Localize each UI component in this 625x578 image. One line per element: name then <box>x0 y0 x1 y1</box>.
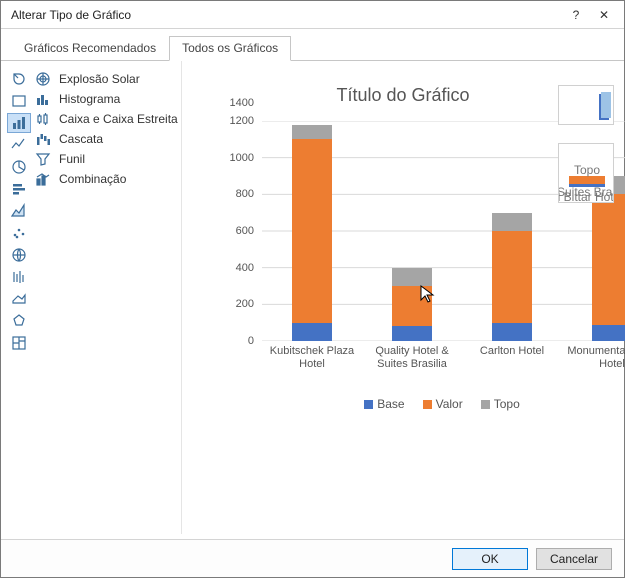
chart-type-sunburst[interactable]: Explosão Solar <box>33 69 183 89</box>
surface-chart-icon[interactable] <box>7 289 31 309</box>
chart-legend: Base Valor Topo <box>222 397 625 411</box>
funnel-icon <box>35 151 51 167</box>
bar-segment <box>292 139 332 322</box>
bar-segment <box>492 323 532 341</box>
workarea: Explosão Solar Histograma Caixa e Caixa … <box>1 61 624 534</box>
waterfall-icon <box>35 131 51 147</box>
svg-text:al Bittar Hotel: al Bittar Hotel <box>559 190 614 203</box>
y-tick-label: 1200 <box>222 115 254 127</box>
dialog-footer: OK Cancelar <box>1 539 624 577</box>
bar-segment <box>292 323 332 341</box>
bar-segment <box>292 125 332 140</box>
y-tick-label: 1000 <box>222 152 254 164</box>
x-tick-label: Monumental Bittar Hotel <box>562 345 625 370</box>
combo-icon <box>35 171 51 187</box>
chart-type-label: Combinação <box>59 172 126 186</box>
chart-type-histogram[interactable]: Histograma <box>33 89 183 109</box>
x-tick-label: Quality Hotel & Suites Brasilia <box>362 345 462 370</box>
legend-label: Valor <box>436 397 463 411</box>
tab-recommended[interactable]: Gráficos Recomendados <box>11 36 169 61</box>
legend-label: Base <box>377 397 404 411</box>
thumbnail-stacked[interactable]: Topo ek Suites Brasilia al Bittar Hotel <box>558 143 614 203</box>
y-tick-label: 600 <box>222 225 254 237</box>
y-tick-label: 400 <box>222 262 254 274</box>
y-tick-label: 800 <box>222 188 254 200</box>
pie-chart-icon[interactable] <box>7 157 31 177</box>
chart-type-waterfall[interactable]: Cascata <box>33 129 183 149</box>
bar-segment <box>592 194 625 324</box>
chart-type-box[interactable]: Caixa e Caixa Estreita <box>33 109 183 129</box>
area-chart-icon[interactable] <box>7 201 31 221</box>
chart-type-combo[interactable]: Combinação <box>33 169 183 189</box>
legend-swatch <box>481 400 490 409</box>
radar-chart-icon[interactable] <box>7 311 31 331</box>
chart-type-label: Cascata <box>59 132 103 146</box>
close-button[interactable]: ✕ <box>590 4 618 26</box>
bar-0 <box>292 125 332 341</box>
bar-segment <box>492 231 532 323</box>
stock-chart-icon[interactable] <box>7 267 31 287</box>
svg-text:Topo: Topo <box>574 163 600 177</box>
chart-type-funnel[interactable]: Funil <box>33 149 183 169</box>
chart-type-label: Explosão Solar <box>59 72 140 86</box>
window-title: Alterar Tipo de Gráfico <box>11 8 562 22</box>
chart-type-label: Histograma <box>59 92 120 106</box>
preview-thumbnails: Topo ek Suites Brasilia al Bittar Hotel <box>558 85 616 203</box>
y-tick-label: 200 <box>222 298 254 310</box>
legend-label: Topo <box>494 397 520 411</box>
chart-type-label: Caixa e Caixa Estreita <box>59 112 178 126</box>
line-chart-icon[interactable] <box>7 135 31 155</box>
ok-button[interactable]: OK <box>452 548 528 570</box>
scatter-chart-icon[interactable] <box>7 223 31 243</box>
tab-bar: Gráficos Recomendados Todos os Gráficos <box>1 35 624 61</box>
treemap-chart-icon[interactable] <box>7 333 31 353</box>
box-icon <box>35 111 51 127</box>
legend-item: Topo <box>481 397 520 411</box>
chart-type-list: Explosão Solar Histograma Caixa e Caixa … <box>33 61 183 534</box>
bar-chart-icon[interactable] <box>7 179 31 199</box>
map-chart-icon[interactable] <box>7 245 31 265</box>
cancel-button[interactable]: Cancelar <box>536 548 612 570</box>
tab-all[interactable]: Todos os Gráficos <box>169 36 291 61</box>
bar-segment <box>392 268 432 286</box>
bar-segment <box>392 326 432 341</box>
bar-1 <box>392 268 432 341</box>
legend-item: Valor <box>423 397 463 411</box>
bar-segment <box>592 325 625 342</box>
y-tick-label: 1400 <box>222 97 254 109</box>
sunburst-icon <box>35 71 51 87</box>
bar-segment <box>392 286 432 326</box>
legend-item: Base <box>364 397 404 411</box>
bar-segment <box>492 213 532 231</box>
chart-type-icons <box>5 61 33 534</box>
column-chart-icon[interactable] <box>7 113 31 133</box>
histogram-icon <box>35 91 51 107</box>
template-icon[interactable] <box>7 91 31 111</box>
bar-2 <box>492 213 532 341</box>
titlebar: Alterar Tipo de Gráfico ? ✕ <box>1 1 624 29</box>
legend-swatch <box>423 400 432 409</box>
help-button[interactable]: ? <box>562 4 590 26</box>
y-tick-label: 0 <box>222 335 254 347</box>
thumbnail-3d-column[interactable] <box>558 85 614 125</box>
chart-type-label: Funil <box>59 152 85 166</box>
legend-swatch <box>364 400 373 409</box>
x-tick-label: Carlton Hotel <box>462 345 562 358</box>
chart-preview: Título do Gráfico 0200400600800100012001… <box>181 61 624 534</box>
x-tick-label: Kubitschek Plaza Hotel <box>262 345 362 370</box>
recent-icon[interactable] <box>7 69 31 89</box>
